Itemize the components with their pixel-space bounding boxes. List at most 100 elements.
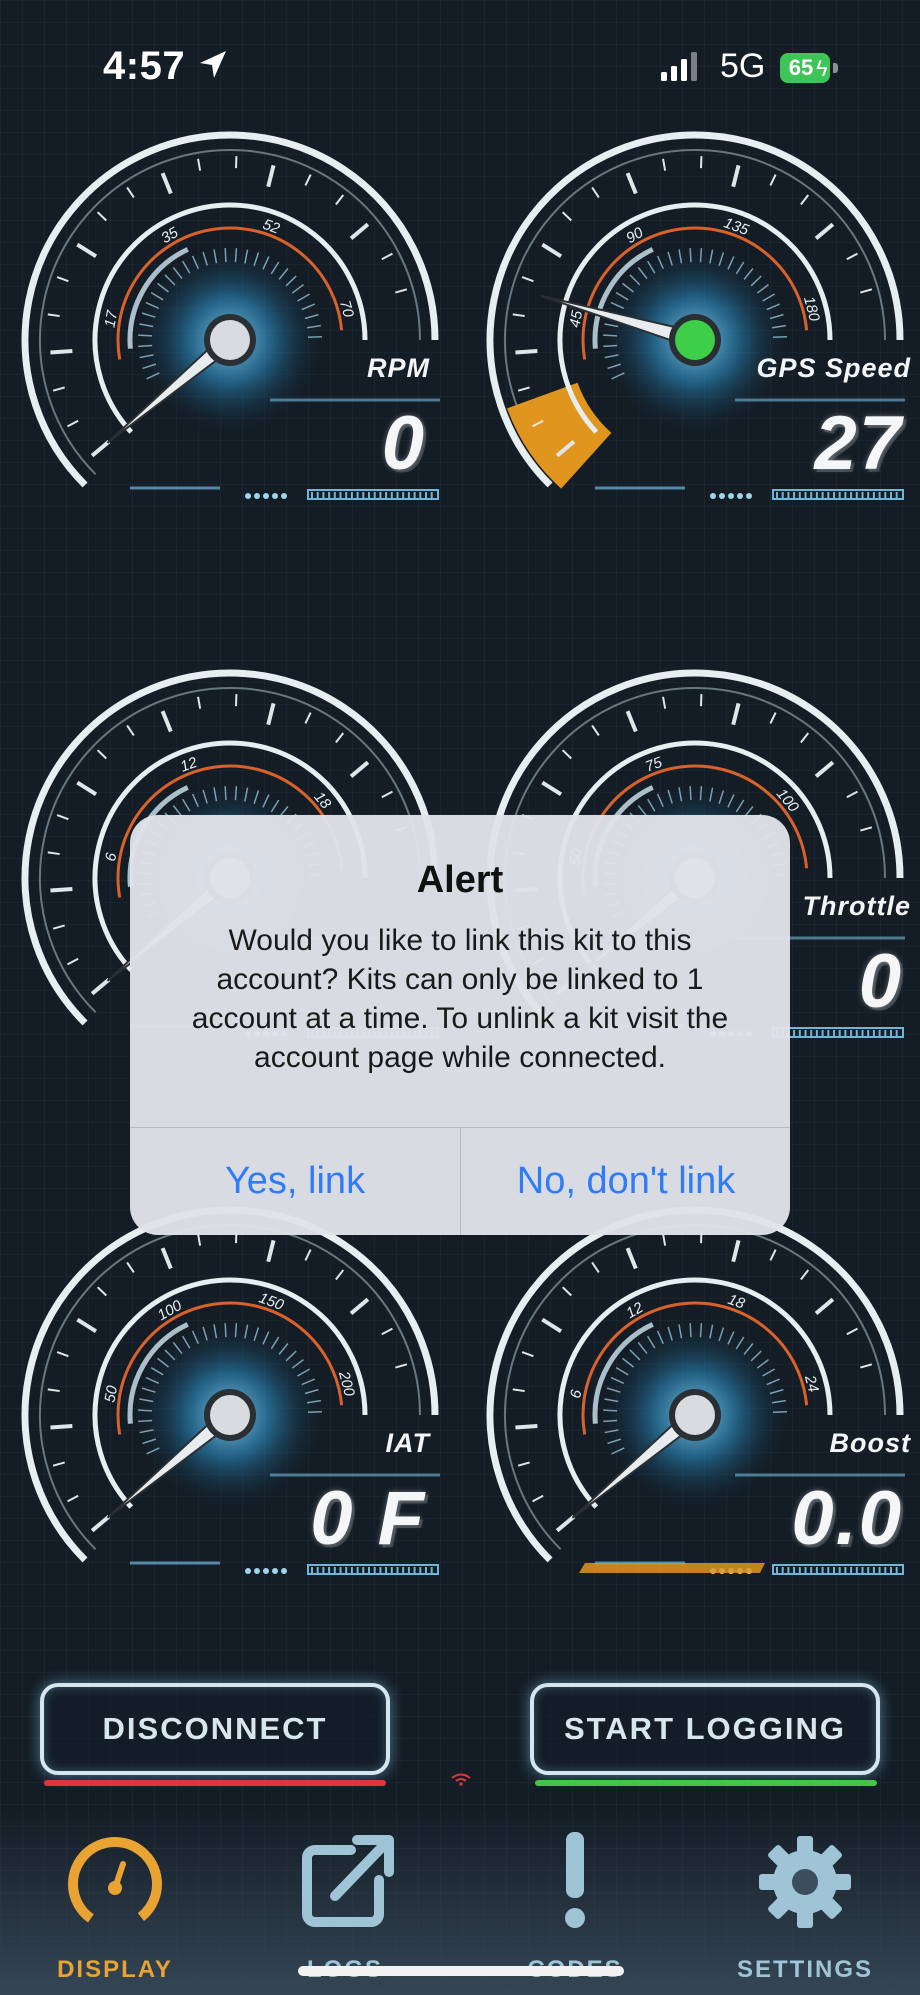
gauge-outer-tick (532, 1494, 544, 1503)
gauge-outer-tick (662, 158, 667, 171)
battery-charging-icon: 65 ϟ (780, 53, 842, 83)
gauge-outer-tick (266, 702, 276, 726)
gauge-outer-tick (76, 242, 98, 258)
gauge-outer-tick (126, 724, 135, 736)
gauge-rpm: 17 35 52 70 RPM 0 (10, 110, 450, 550)
gauge-inner-tick (224, 786, 227, 801)
gauge-warning-zone (507, 382, 612, 489)
gauge-tick-label: 90 (623, 224, 647, 247)
gauge-outer-tick (67, 957, 79, 966)
gauge-deco-bar (307, 489, 439, 500)
gauge-outer-tick (90, 978, 111, 996)
gauge-outer-tick (395, 1363, 408, 1369)
gauge-inner-tick (603, 334, 618, 337)
gauge-deco-dot (737, 493, 743, 499)
gauge-throttle-value: 0 (858, 939, 903, 1024)
gauge-boost-label: Boost (829, 1428, 911, 1458)
status-time: 4:57 (103, 44, 186, 88)
gauge-tick-label: 18 (310, 789, 334, 813)
speedometer-icon (67, 1837, 162, 1930)
cellular-signal-icon (661, 52, 697, 81)
gauge-inner-tick (138, 1409, 153, 1412)
gauge-outer-tick (197, 158, 202, 171)
start-logging-button[interactable]: START LOGGING (530, 1683, 880, 1775)
gauge-outer-tick (96, 749, 107, 760)
gauge-inner-tick (138, 344, 153, 348)
tab-settings-label: SETTINGS (736, 1956, 873, 1983)
gauge-hub (210, 320, 250, 360)
gauge-deco-dot (245, 493, 251, 499)
gauge-inner-tick (699, 1323, 703, 1338)
gauge-outer-tick (561, 749, 572, 760)
gauge-outer-tick (67, 1494, 79, 1503)
gauge-outer-tick (515, 349, 538, 355)
gauge-outer-tick (515, 1424, 538, 1430)
gauge-outer-tick (197, 1233, 202, 1246)
gauge-outer-tick (335, 1269, 345, 1281)
gauge-inner-tick (138, 1419, 153, 1423)
gauge-outer-tick (67, 419, 79, 428)
gauge-deco-dot (245, 1568, 251, 1574)
gauge-tick-label: 135 (722, 214, 752, 239)
gauge-inner-tick (234, 786, 238, 801)
gauge-outer-tick (517, 1461, 530, 1467)
gauge-deco-dot (728, 493, 734, 499)
gauge-outer-tick (814, 222, 835, 240)
gauge-outer-tick (50, 349, 73, 355)
gauge-outer-tick (860, 826, 873, 832)
gauge-tick-label: 6 (102, 851, 120, 863)
gauge-outer-tick (769, 1249, 777, 1261)
no-link-button[interactable]: No, don't link (461, 1128, 790, 1235)
gauge-tick-label: 200 (335, 1369, 358, 1399)
tab-codes[interactable]: CODES (485, 1830, 665, 1983)
gauge-hub (675, 1395, 715, 1435)
gauge-outer-tick (814, 1297, 835, 1315)
gauge-outer-tick (846, 252, 858, 261)
gauge-tick-label: 35 (158, 224, 182, 247)
gauge-outer-tick (76, 780, 98, 796)
gauge-outer-tick (335, 194, 345, 206)
gauge-outer-tick (52, 386, 65, 392)
gauge-outer-tick (800, 1269, 810, 1281)
share-arrow-icon (302, 1835, 394, 1927)
gauge-inner-tick (603, 1419, 618, 1423)
tab-display-label: DISPLAY (57, 1956, 173, 1983)
gauge-inner-tick (603, 344, 618, 348)
yes-link-button[interactable]: Yes, link (130, 1128, 460, 1235)
gauge-outer-tick (47, 313, 60, 318)
gauge-outer-tick (56, 276, 69, 283)
gauge-deco-dot (254, 493, 260, 499)
gauge-gps-speed: 45 90 135 180 GPS Speed 27 (475, 110, 915, 550)
gauge-deco-bar (772, 489, 904, 500)
gauge-iat-label: IAT (385, 1428, 430, 1458)
gauge-outer-tick (266, 1239, 276, 1263)
gauge-deco-dot (746, 493, 752, 499)
gauge-inner-tick (234, 248, 238, 263)
gauge-outer-tick (304, 712, 312, 724)
gauge-tick-label: 6 (567, 1388, 585, 1400)
disconnect-indicator (44, 1780, 386, 1786)
gauge-deco-dot (719, 493, 725, 499)
gauge-outer-tick (47, 1388, 60, 1393)
gauge-tick-label: 12 (623, 1299, 647, 1322)
gauge-outer-tick (160, 710, 173, 733)
gauge-outer-tick (349, 760, 370, 778)
gauge-hub (675, 320, 715, 360)
gauge-tick-label: 45 (566, 309, 586, 329)
gauge-iat: 50 100 150 200 IAT 0 F (10, 1185, 450, 1625)
tab-display[interactable]: DISPLAY (25, 1830, 205, 1983)
gauge-deco-dot (272, 1568, 278, 1574)
location-arrow-icon (200, 51, 226, 78)
gauge-outer-tick (860, 288, 873, 294)
gauge-outer-tick (517, 386, 530, 392)
gauge-outer-tick (662, 696, 667, 709)
gauge-outer-tick (625, 172, 638, 195)
tab-settings[interactable]: SETTINGS (715, 1830, 895, 1983)
gear-icon (759, 1836, 851, 1928)
tab-logs[interactable]: LOGS (255, 1830, 435, 1983)
gauge-outer-tick (304, 174, 312, 186)
gauge-outer-tick (304, 1249, 312, 1261)
exclamation-icon (565, 1832, 585, 1928)
disconnect-button[interactable]: DISCONNECT (40, 1683, 390, 1775)
gauge-deco-dot (263, 1568, 269, 1574)
